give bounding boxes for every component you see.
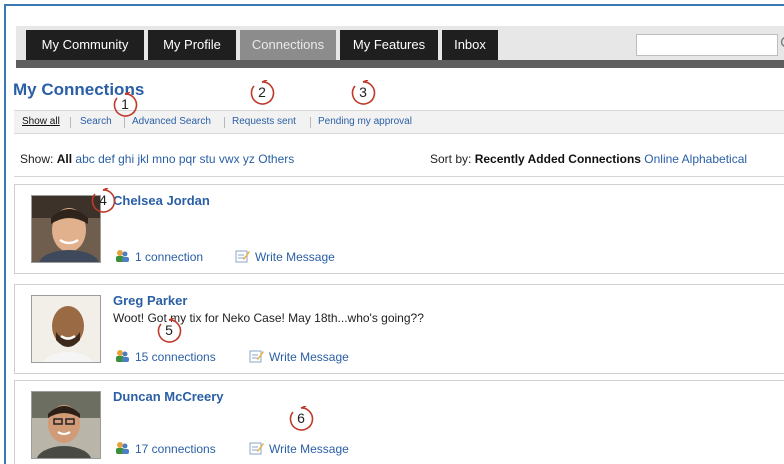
- sort-label: Sort by:: [430, 152, 472, 166]
- connection-name[interactable]: Duncan McCreery: [113, 389, 224, 404]
- nav-underline: [16, 60, 784, 68]
- write-message-label: Write Message: [269, 350, 349, 364]
- connections-count: 17 connections: [135, 442, 216, 456]
- pencil-note-icon: [249, 442, 264, 455]
- connections-count: 15 connections: [135, 350, 216, 364]
- connections-count-link[interactable]: 15 connections: [115, 349, 216, 364]
- tab-my-features[interactable]: My Features: [340, 30, 438, 60]
- sort-online[interactable]: Online: [644, 152, 679, 166]
- filter-letter[interactable]: jkl: [137, 152, 148, 166]
- filter-letter[interactable]: stu: [200, 152, 216, 166]
- filter-letter[interactable]: abc: [75, 152, 94, 166]
- filter-letter[interactable]: def: [98, 152, 115, 166]
- people-icon: [116, 350, 129, 362]
- filter-label: Show:: [20, 152, 54, 166]
- people-icon: [116, 442, 129, 454]
- filter-all[interactable]: All: [57, 152, 72, 166]
- connections-count-link[interactable]: 17 connections: [115, 441, 216, 456]
- subnav-pending-approval[interactable]: Pending my approval: [318, 111, 412, 133]
- search-input[interactable]: [636, 34, 778, 56]
- subnav-separator: [124, 117, 125, 128]
- page-frame: My Community My Profile Connections My F…: [4, 4, 784, 464]
- annotation-marker: 3: [350, 80, 376, 106]
- subnav-show-all[interactable]: Show all: [22, 111, 60, 133]
- annotation-marker: 4: [90, 188, 116, 214]
- write-message-link[interactable]: Write Message: [249, 441, 349, 456]
- subnav-search[interactable]: Search: [80, 111, 112, 133]
- write-message-label: Write Message: [255, 250, 335, 264]
- connection-card: Duncan McCreery 17 connections Write Mes…: [14, 380, 784, 464]
- top-nav: My Community My Profile Connections My F…: [16, 26, 784, 68]
- annotation-marker: 1: [112, 92, 138, 118]
- sort-controls: Sort by: Recently Added Connections Onli…: [430, 152, 747, 166]
- connection-card: Chelsea Jordan 1 connection Write Messag…: [14, 184, 784, 274]
- annotation-marker: 6: [288, 406, 314, 432]
- filter-letter[interactable]: Others: [258, 152, 294, 166]
- filter-letter[interactable]: vwx: [219, 152, 240, 166]
- tab-inbox[interactable]: Inbox: [442, 30, 498, 60]
- filter-letter[interactable]: mno: [152, 152, 175, 166]
- tab-my-profile[interactable]: My Profile: [148, 30, 236, 60]
- subnav-separator: [224, 117, 225, 128]
- sort-recently-added[interactable]: Recently Added Connections: [475, 152, 641, 166]
- people-icon: [116, 250, 129, 262]
- subnav-requests-sent[interactable]: Requests sent: [232, 111, 296, 133]
- connections-count-link[interactable]: 1 connection: [115, 249, 203, 264]
- search-icon[interactable]: [780, 36, 784, 52]
- filter-letter[interactable]: pqr: [179, 152, 196, 166]
- annotation-marker: 5: [156, 318, 182, 344]
- connections-count: 1 connection: [135, 250, 204, 264]
- pencil-note-icon: [235, 250, 250, 263]
- filter-letter[interactable]: ghi: [118, 152, 134, 166]
- connection-name[interactable]: Greg Parker: [113, 293, 187, 308]
- sort-alphabetical[interactable]: Alphabetical: [682, 152, 747, 166]
- write-message-link[interactable]: Write Message: [235, 249, 335, 264]
- annotation-marker: 2: [249, 80, 275, 106]
- write-message-link[interactable]: Write Message: [249, 349, 349, 364]
- tab-connections[interactable]: Connections: [240, 30, 336, 60]
- divider: [14, 176, 784, 177]
- write-message-label: Write Message: [269, 442, 349, 456]
- subnav-advanced-search[interactable]: Advanced Search: [132, 111, 211, 133]
- filter-letter[interactable]: yz: [243, 152, 255, 166]
- avatar[interactable]: [31, 295, 101, 363]
- connection-card: Greg Parker Woot! Got my tix for Neko Ca…: [14, 284, 784, 374]
- connection-name[interactable]: Chelsea Jordan: [113, 193, 210, 208]
- pencil-note-icon: [249, 350, 264, 363]
- tab-my-community[interactable]: My Community: [26, 30, 144, 60]
- subnav-separator: [310, 117, 311, 128]
- subnav-separator: [70, 117, 71, 128]
- avatar[interactable]: [31, 391, 101, 459]
